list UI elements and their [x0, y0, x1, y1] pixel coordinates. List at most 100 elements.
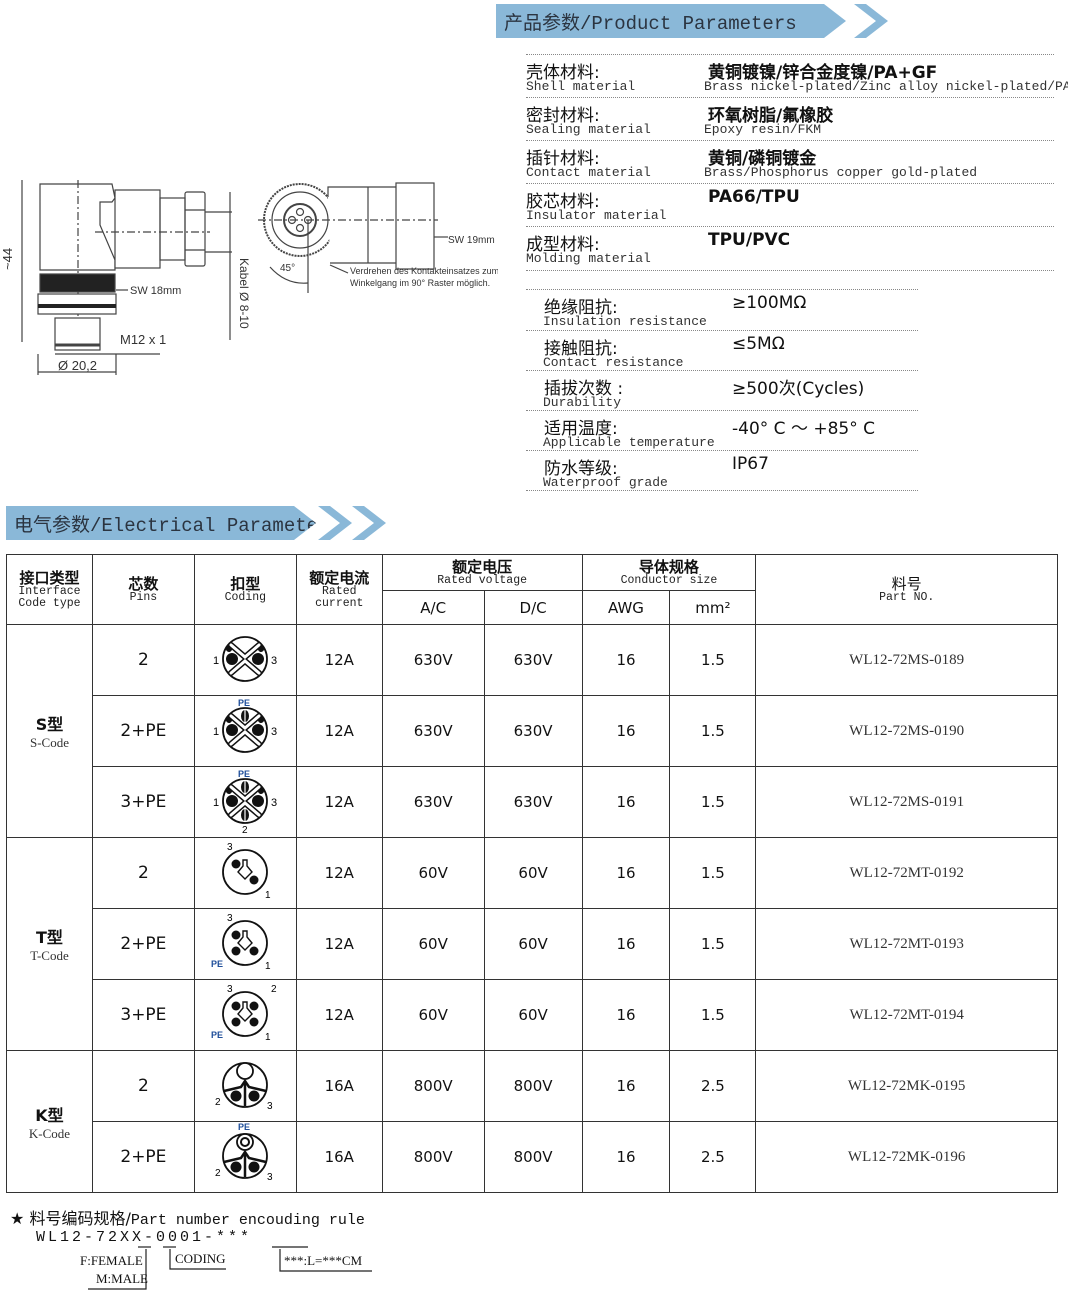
interface-group-cell: S型 S-Code: [6, 624, 93, 838]
awg-cell: 16: [581, 624, 671, 696]
interface-group-cell: T型 T-Code: [6, 837, 93, 1051]
header-awg: AWG: [581, 590, 671, 625]
coding-cell: 2 3 PE: [193, 1121, 297, 1193]
pins-cell: 2: [91, 1050, 195, 1122]
length-label: ***:L=***CM: [284, 1253, 363, 1268]
svg-text:3: 3: [227, 842, 233, 853]
header-ac: A/C: [381, 590, 485, 625]
material-value-en: Epoxy resin/FKM: [704, 122, 822, 137]
table-row: K型 K-Code 2 2 3 16A 800V 800V 16 2.5 WL12-72MK-019…: [6, 1050, 1058, 1193]
height-dimension: ~44: [0, 248, 15, 270]
awg-cell: 16: [581, 908, 671, 980]
dc-voltage-cell: 800V: [483, 1050, 583, 1122]
interface-group-cell: K型 K-Code: [6, 1050, 93, 1193]
table-row: S型 S-Code 2 1 3 12A 630V 630V 16 1.5 WL12-72MS-018…: [6, 624, 1058, 838]
material-label-en: Sealing material: [526, 122, 651, 137]
current-cell: 12A: [295, 766, 383, 838]
thread-size: M12 x 1: [120, 332, 166, 347]
svg-text:1: 1: [213, 726, 219, 738]
spec-row: 适用温度: Applicable temperature -40° C ～ +85°…: [526, 410, 918, 450]
spec-row: 防水等级: Waterproof grade IP67: [526, 450, 918, 490]
svg-text:3: 3: [267, 1172, 273, 1183]
current-cell: 16A: [295, 1121, 383, 1193]
dc-voltage-cell: 60V: [483, 837, 583, 909]
part-number-cell: WL12-72MT-0193: [755, 908, 1058, 980]
current-cell: 12A: [295, 695, 383, 767]
awg-cell: 16: [581, 837, 671, 909]
electrical-parameters-banner: 电气参数/Electrical Parameters: [6, 506, 396, 540]
svg-text:2: 2: [242, 825, 248, 833]
coding-cell: 1 3 PE 2: [193, 766, 297, 838]
coding-cell: 1 3 PE: [193, 695, 297, 767]
header-coding: 扣型 Coding: [193, 554, 297, 625]
ac-voltage-cell: 800V: [381, 1121, 485, 1193]
coding-cell: 3 1 PE: [193, 908, 297, 980]
pins-cell: 2+PE: [91, 695, 195, 767]
material-value-en: Brass nickel-plated/Zinc alloy nickel-pl…: [704, 79, 1068, 94]
ac-voltage-cell: 630V: [381, 766, 485, 838]
mm2-cell: 2.5: [669, 1050, 757, 1122]
material-label-en: Insulator material: [526, 208, 667, 223]
ac-voltage-cell: 800V: [381, 1050, 485, 1122]
awg-cell: 16: [581, 1050, 671, 1122]
part-number-cell: WL12-72MK-0196: [755, 1121, 1058, 1193]
coding-cell: 23: [193, 1050, 297, 1122]
part-number-cell: WL12-72MK-0195: [755, 1050, 1058, 1122]
chevron-icon: [318, 506, 352, 540]
encoding-leader-lines: [88, 1246, 372, 1290]
svg-text:2: 2: [215, 1097, 221, 1108]
svg-text:3: 3: [271, 655, 277, 667]
spec-label-en: Applicable temperature: [543, 435, 715, 450]
diameter-dimension: Ø 20,2: [58, 358, 97, 373]
pins-cell: 2+PE: [91, 1121, 195, 1193]
pin-layout-icon: 13: [213, 636, 277, 682]
svg-text:2: 2: [215, 1168, 221, 1179]
pin-layout-icon: 2 3 PE: [215, 1122, 273, 1183]
part-number-cell: WL12-72MT-0192: [755, 837, 1058, 909]
svg-text:3: 3: [267, 1101, 273, 1112]
pin-layout-icon: 1 3 PE: [213, 698, 277, 753]
mm2-cell: 1.5: [669, 979, 757, 1051]
pin-layout-icon: 23: [215, 1062, 273, 1112]
specs-bottom-divider: [526, 490, 918, 491]
header-mm2: mm²: [669, 590, 757, 625]
svg-text:1: 1: [213, 655, 219, 667]
svg-text:3: 3: [271, 797, 277, 809]
part-number-cell: WL12-72MS-0191: [755, 766, 1058, 838]
dc-voltage-cell: 630V: [483, 695, 583, 767]
spec-value: ≥500次(Cycles): [732, 379, 865, 399]
chevron-icon: [352, 506, 386, 540]
pin-layout-icon: 31: [222, 842, 271, 901]
coding-cell: 3 1 PE 2: [193, 979, 297, 1051]
material-value-en: Brass/Phosphorus copper gold-plated: [704, 165, 978, 180]
svg-text:2: 2: [271, 984, 277, 995]
materials-bottom-divider: [526, 270, 1054, 271]
svg-text:3: 3: [227, 913, 233, 924]
material-row: 插针材料: Contact material 黄铜/磷铜镀金 Brass/Phosph…: [526, 140, 1054, 183]
header-dc: D/C: [483, 590, 583, 625]
mm2-cell: 2.5: [669, 1121, 757, 1193]
ac-voltage-cell: 630V: [381, 624, 485, 696]
svg-text:1: 1: [265, 961, 271, 972]
dc-voltage-cell: 630V: [483, 766, 583, 838]
material-row: 密封材料: Sealing material 环氧树脂/氟橡胶 Epoxy resin…: [526, 97, 1054, 140]
pins-cell: 2: [91, 837, 195, 909]
connector-front-drawing: SW 19mm 45° Verdrehen des Kontakteinsatz…: [258, 182, 498, 293]
svg-text:PE: PE: [211, 1030, 223, 1040]
dc-voltage-cell: 60V: [483, 908, 583, 980]
svg-text:PE: PE: [211, 959, 223, 969]
spec-value: ≥100MΩ: [732, 293, 807, 313]
ac-voltage-cell: 60V: [381, 837, 485, 909]
awg-cell: 16: [581, 979, 671, 1051]
ac-voltage-cell: 60V: [381, 908, 485, 980]
material-row: 成型材料: Molding material TPU/PVC: [526, 226, 1054, 269]
gender-female-label: F:FEMALE: [80, 1253, 143, 1268]
rotation-note-line-1: Verdrehen des Kontakteinsatzes zum: [350, 266, 498, 276]
part-number-cell: WL12-72MS-0190: [755, 695, 1058, 767]
current-cell: 12A: [295, 908, 383, 980]
svg-text:PE: PE: [238, 1122, 250, 1132]
banner-bar: 电气参数/Electrical Parameters: [6, 506, 316, 540]
coding-label: CODING: [175, 1251, 226, 1266]
header-conductor-size: 导体规格 Conductor size: [581, 554, 757, 591]
material-label-en: Contact material: [526, 165, 651, 180]
